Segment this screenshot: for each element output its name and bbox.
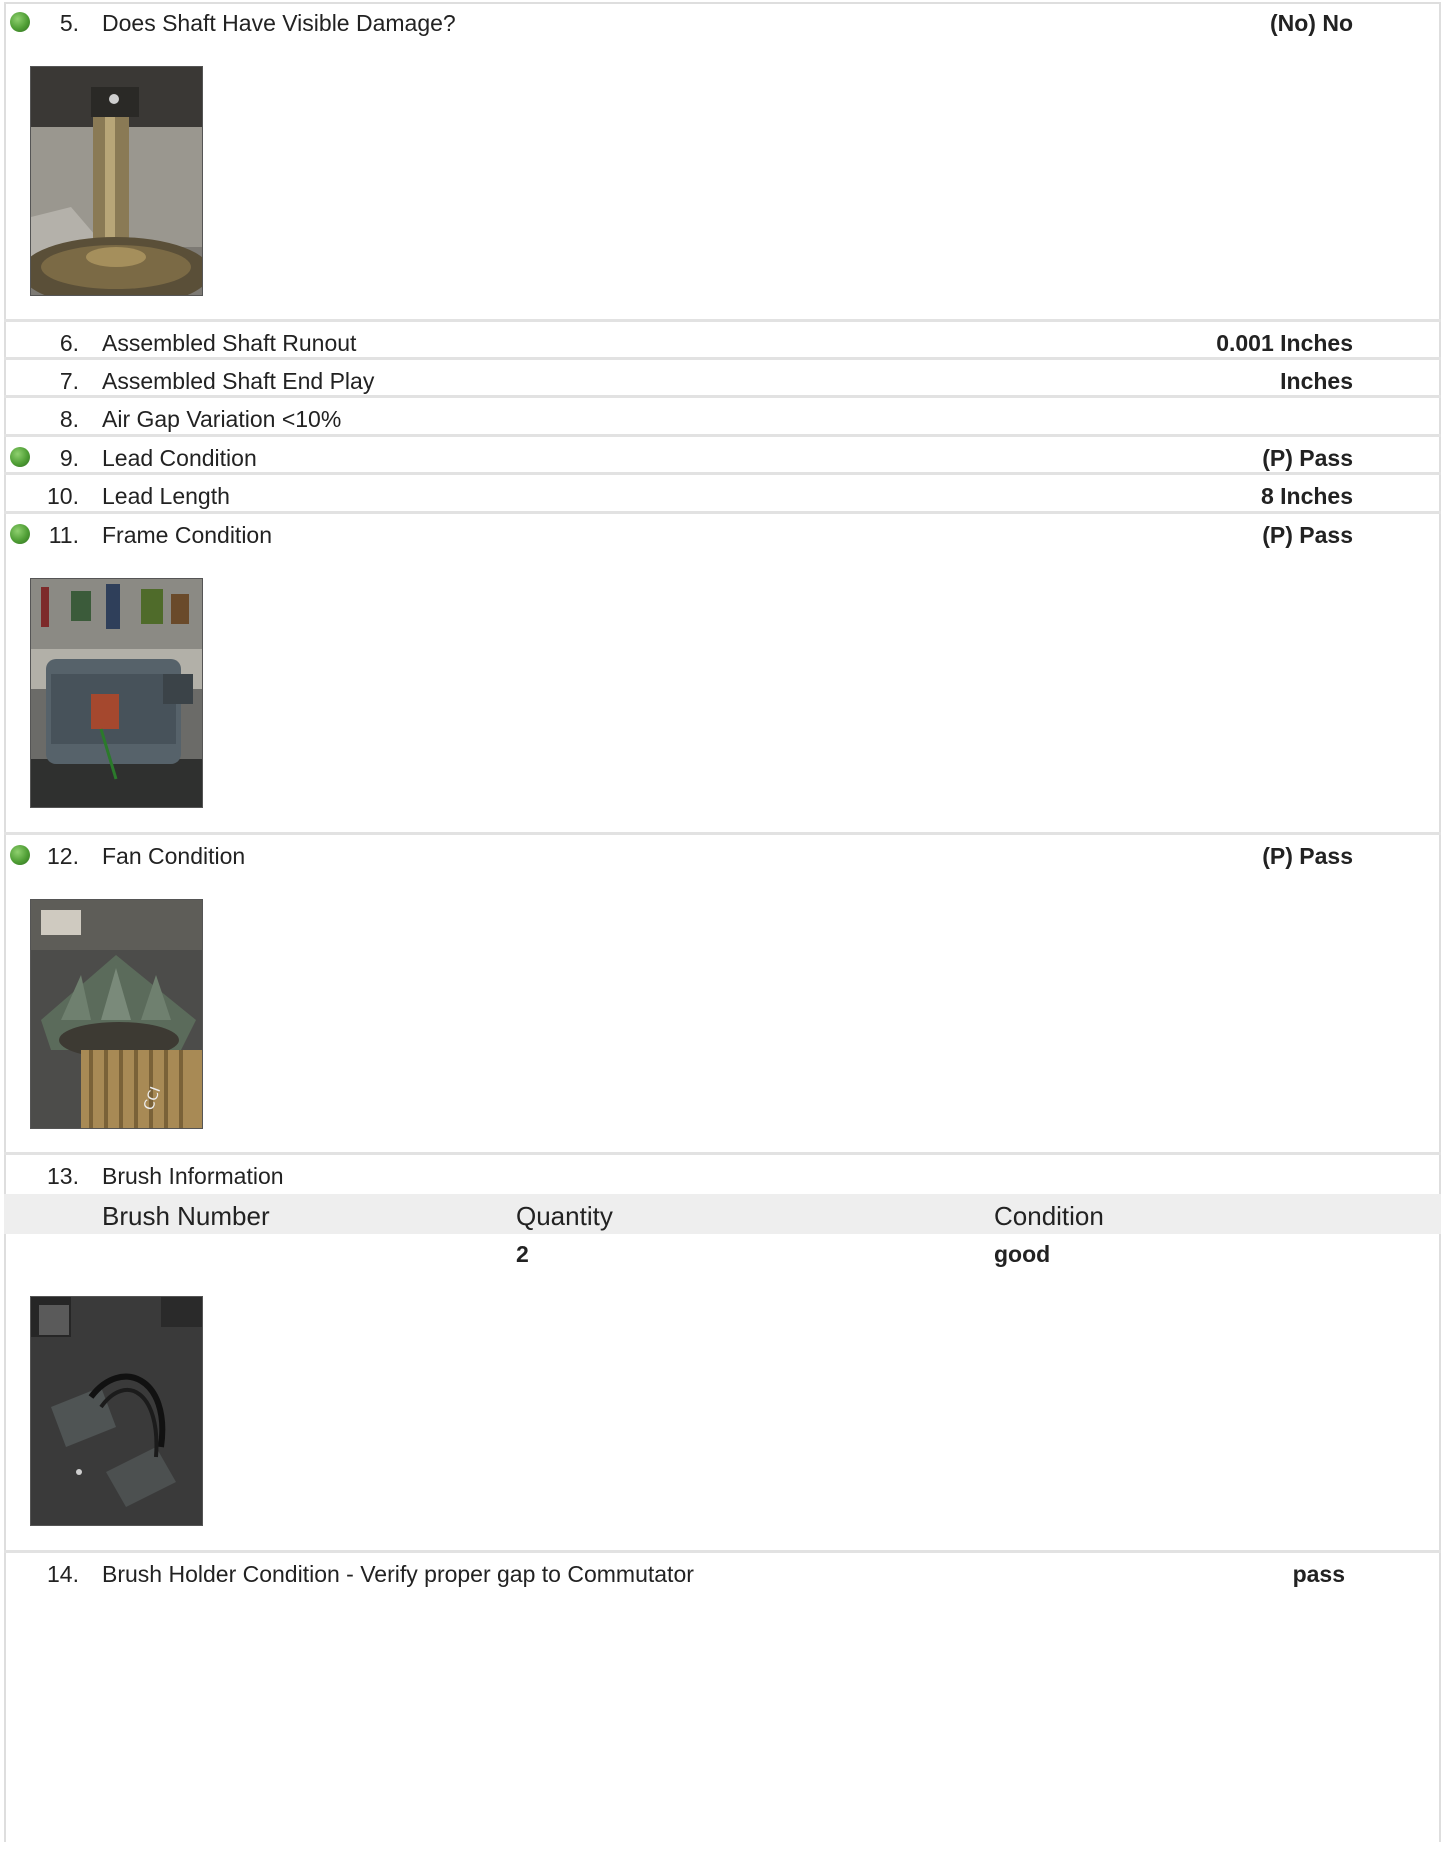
checklist-item-12: 12. Fan Condition (P) Pass CCI (4, 835, 1441, 1155)
item-label: Fan Condition (102, 843, 246, 869)
item-number: 12. (47, 843, 79, 869)
item-value: Inches (1280, 368, 1353, 394)
item-number: 8. (59, 406, 79, 432)
shaft-photo[interactable] (30, 66, 203, 296)
item-label: Does Shaft Have Visible Damage? (102, 10, 456, 36)
item-number: 5. (59, 10, 79, 36)
column-header-condition: Condition (994, 1201, 1104, 1231)
item-label: Assembled Shaft Runout (102, 330, 357, 356)
item-number: 13. (47, 1163, 79, 1189)
checklist-item-9: 9. Lead Condition (P) Pass (4, 437, 1441, 475)
item-label: Lead Length (102, 483, 230, 509)
item-label: Frame Condition (102, 522, 273, 548)
item-value: 0.001 Inches (1216, 330, 1353, 356)
checklist-item-14: 14. Brush Holder Condition - Verify prop… (4, 1553, 1441, 1853)
frame-photo[interactable] (30, 578, 203, 808)
item-label: Brush Holder Condition - Verify proper g… (102, 1561, 694, 1587)
item-label: Lead Condition (102, 445, 257, 471)
item-number: 6. (59, 330, 79, 356)
brush-photo[interactable] (30, 1296, 203, 1526)
item-value: (No) No (1269, 10, 1353, 36)
item-value: 8 Inches (1260, 483, 1353, 509)
brush-table-header: Brush Number Quantity Condition (4, 1194, 1441, 1234)
checklist-item-6: 6. Assembled Shaft Runout 0.001 Inches (4, 322, 1441, 360)
checklist-item-11: 11. Frame Condition (P) Pass (4, 514, 1441, 835)
item-number: 11. (48, 522, 79, 548)
item-label: Air Gap Variation <10% (102, 406, 342, 432)
item-number: 10. (47, 483, 79, 509)
checklist-item-10: 10. Lead Length 8 Inches (4, 475, 1441, 514)
item-label: Assembled Shaft End Play (102, 368, 375, 394)
item-value: (P) Pass (1262, 843, 1353, 869)
item-value: pass (1292, 1561, 1345, 1587)
item-label: Brush Information (102, 1163, 284, 1189)
item-value: (P) Pass (1262, 522, 1353, 548)
column-header-quantity: Quantity (516, 1201, 613, 1231)
checklist-item-8: 8. Air Gap Variation <10% (4, 398, 1441, 437)
column-header-brush-number: Brush Number (102, 1201, 270, 1231)
checklist-item-5: 5. Does Shaft Have Visible Damage? (No) … (4, 2, 1441, 322)
quantity-cell: 2 (516, 1241, 529, 1267)
item-number: 7. (59, 368, 79, 394)
checklist-item-13: 13. Brush Information Brush Number Quant… (4, 1155, 1441, 1553)
table-row: 2 good (4, 1234, 1441, 1272)
fan-photo[interactable]: CCI (30, 899, 203, 1129)
item-number: 9. (59, 445, 79, 471)
condition-cell: good (994, 1241, 1051, 1267)
item-number: 14. (47, 1561, 79, 1587)
item-value: (P) Pass (1262, 445, 1353, 471)
checklist-item-7: 7. Assembled Shaft End Play Inches (4, 360, 1441, 398)
